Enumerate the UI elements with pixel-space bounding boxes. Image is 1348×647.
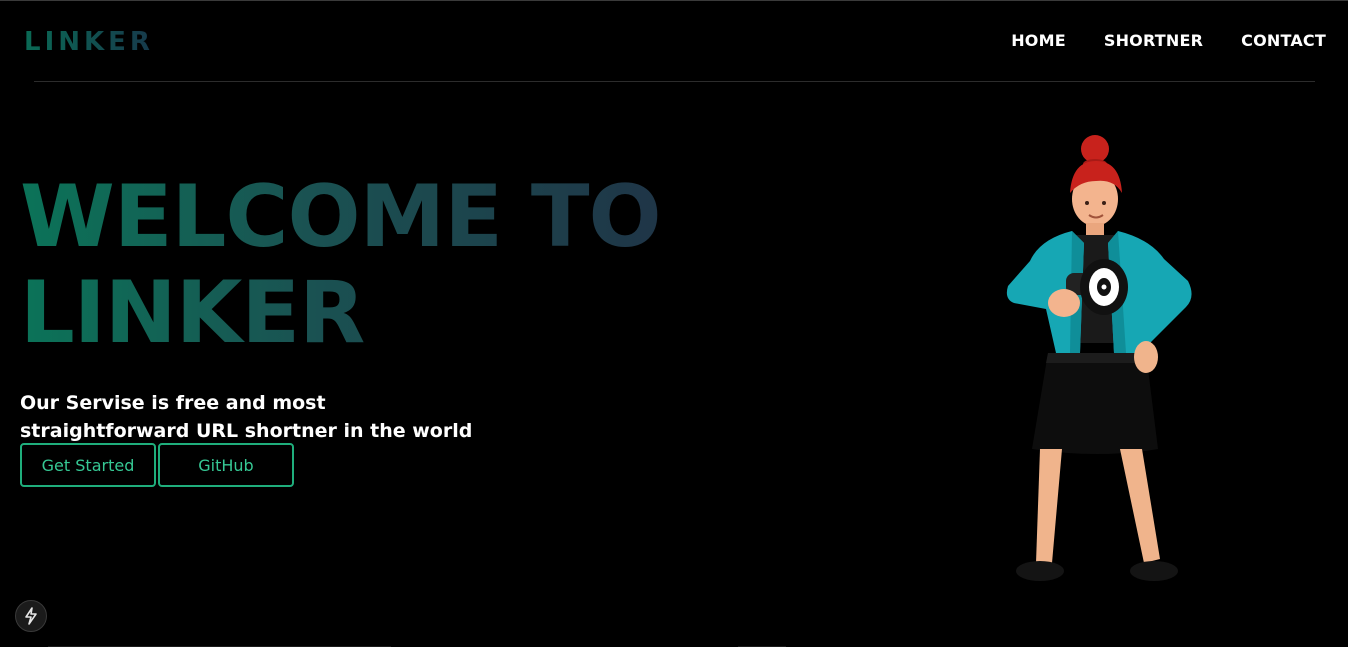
header: LINKER HOME SHORTNER CONTACT (0, 1, 1348, 83)
nav-home-link[interactable]: HOME (1011, 31, 1066, 50)
hero-buttons: Get Started GitHub (20, 443, 294, 487)
hero-title-line1: WELCOME TO (20, 167, 662, 267)
hero-subtitle: Our Servise is free and most straightfor… (20, 392, 473, 442)
main-nav: HOME SHORTNER CONTACT (1011, 31, 1326, 50)
woman-with-megaphone-illustration (1000, 131, 1200, 601)
get-started-button[interactable]: Get Started (20, 443, 156, 487)
page: LINKER HOME SHORTNER CONTACT WELCOME TO … (0, 0, 1348, 647)
logo[interactable]: LINKER (24, 27, 154, 57)
nav-shortner-link[interactable]: SHORTNER (1104, 31, 1203, 50)
github-button[interactable]: GitHub (158, 443, 294, 487)
hero-title: WELCOME TO LINKER (20, 167, 662, 361)
lightning-bolt-icon[interactable] (15, 600, 47, 632)
nav-contact-link[interactable]: CONTACT (1241, 31, 1326, 50)
header-divider (34, 81, 1315, 82)
hero-title-line2: LINKER (20, 265, 661, 361)
